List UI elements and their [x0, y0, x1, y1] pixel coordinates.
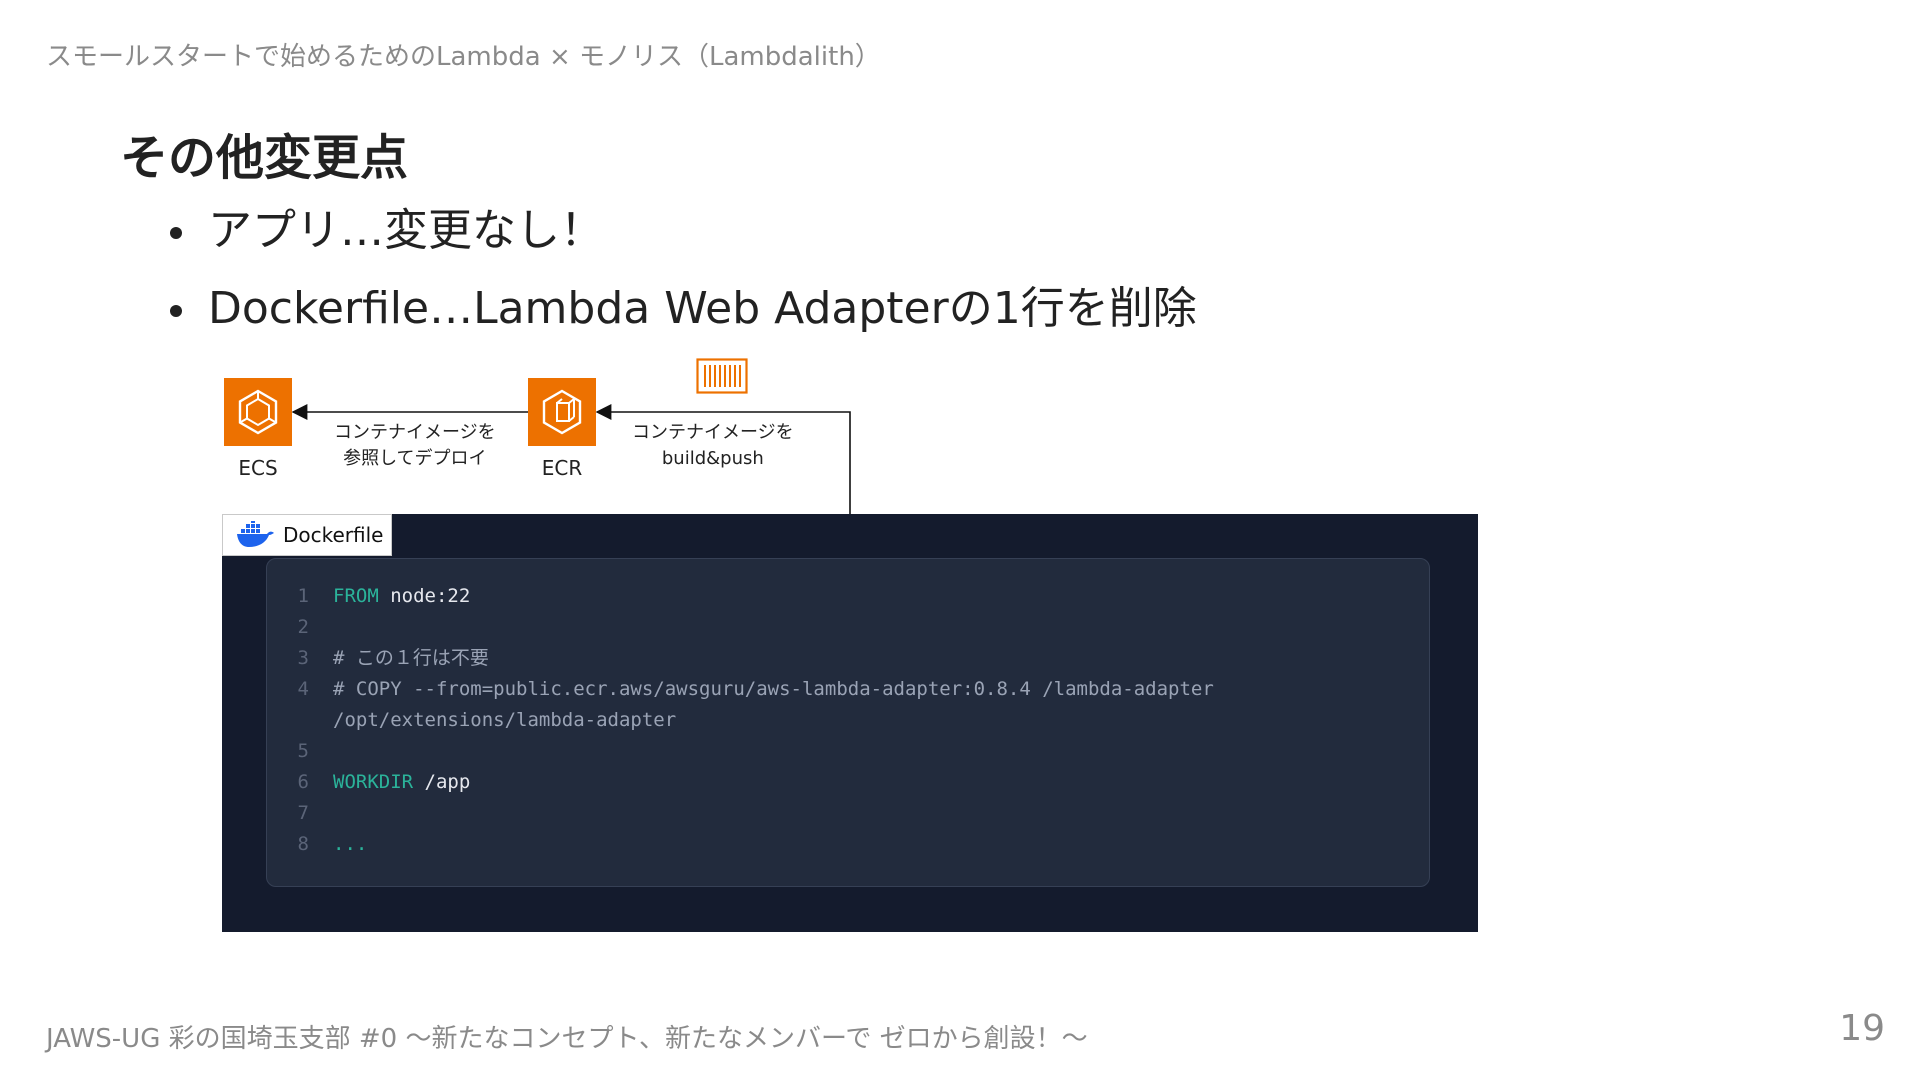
page-number: 19: [1839, 1008, 1885, 1049]
code-text: /app: [413, 771, 471, 793]
line-number: 7: [297, 802, 309, 824]
code-line: 6 WORKDIR /app: [267, 767, 1429, 798]
ecr-icon: [528, 378, 596, 446]
code-line: 3 # この１行は不要: [267, 643, 1429, 674]
line-number: 4: [297, 678, 309, 700]
docker-icon: [237, 521, 274, 547]
push-label-line1: コンテナイメージを: [632, 422, 794, 443]
deploy-label-line2: 参照してデプロイ: [343, 448, 487, 469]
slide-heading: その他変更点: [120, 130, 409, 186]
push-edge-label: コンテナイメージを build&push: [632, 420, 794, 472]
code-line: 2: [267, 612, 1429, 643]
code-block: 1 FROM node:22 2 3 # この１行は不要 4 # COPY --…: [266, 558, 1430, 887]
running-title: スモールスタートで始めるためのLambda × モノリス（Lambdalith）: [46, 42, 881, 72]
code-line: 8 ...: [267, 829, 1429, 860]
line-number: 3: [297, 647, 309, 669]
architecture-diagram: ECS ECR コンテナイメージを 参照してデプロイ コンテナイメージを bui…: [222, 358, 1478, 932]
line-number: 1: [297, 585, 309, 607]
code-line: 4 # COPY --from=public.ecr.aws/awsguru/a…: [267, 674, 1429, 705]
code-text: node:22: [378, 585, 471, 607]
bullet-list: アプリ…変更なし！ Dockerfile…Lambda Web Adapterの…: [166, 205, 1197, 361]
container-image-icon: [696, 358, 748, 394]
dockerfile-tab[interactable]: Dockerfile: [222, 514, 392, 556]
code-ellipsis: ...: [333, 833, 368, 855]
code-comment: /opt/extensions/lambda-adapter: [333, 709, 677, 731]
deploy-label-line1: コンテナイメージを: [334, 422, 496, 443]
ecr-label: ECR: [541, 456, 583, 480]
push-label-line2: build&push: [661, 448, 764, 469]
code-line-wrapped: /opt/extensions/lambda-adapter: [267, 705, 1429, 736]
bullet-item: Dockerfile…Lambda Web Adapterの1行を削除: [166, 283, 1197, 335]
code-keyword: FROM: [333, 585, 379, 607]
ecs-icon: [224, 378, 292, 446]
bullet-item: アプリ…変更なし！: [166, 205, 1197, 257]
dockerfile-panel: Dockerfile 1 FROM node:22 2 3 # この１行は不要 …: [222, 514, 1478, 932]
deploy-edge-label: コンテナイメージを 参照してデプロイ: [334, 420, 496, 472]
dockerfile-tab-label: Dockerfile: [283, 523, 384, 547]
code-comment: # COPY --from=public.ecr.aws/awsguru/aws…: [333, 678, 1214, 700]
code-line: 1 FROM node:22: [267, 581, 1429, 612]
line-number: 6: [297, 771, 309, 793]
code-comment: # この１行は不要: [333, 647, 489, 669]
line-number: 8: [297, 833, 309, 855]
line-number: 5: [297, 740, 309, 762]
code-line: 5: [267, 736, 1429, 767]
ecs-label: ECS: [238, 456, 278, 480]
code-line: 7: [267, 798, 1429, 829]
code-keyword: WORKDIR: [333, 771, 414, 793]
line-number: 2: [297, 616, 309, 638]
footer-text: JAWS-UG 彩の国埼玉支部 #0 〜新たなコンセプト、新たなメンバーで ゼロ…: [46, 1024, 1088, 1054]
